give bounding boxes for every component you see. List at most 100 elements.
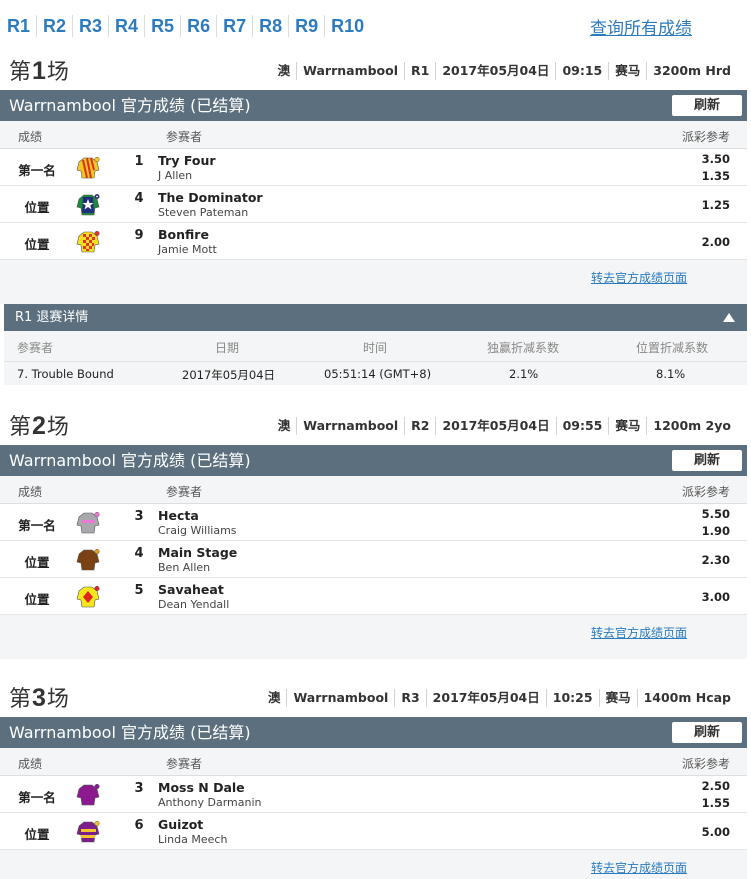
jockey-name: J Allen: [158, 169, 193, 182]
scratched-time: 05:51:14 (GMT+8): [324, 367, 432, 381]
result-place: 位置: [24, 827, 50, 842]
scratchings-header[interactable]: R1 退赛详情: [4, 304, 747, 331]
jockey-silk-icon: [76, 783, 100, 806]
refresh-button[interactable]: 刷新: [672, 95, 742, 116]
results-venue: Warrnambool: [9, 723, 116, 742]
race-venue: Warrnambool: [296, 417, 404, 435]
race-title-prefix: 第: [9, 687, 33, 712]
official-results-link[interactable]: 转去官方成绩页面: [591, 859, 687, 876]
col-result: 成绩: [18, 757, 43, 771]
place-dividend: 5.00: [701, 825, 730, 839]
race-number: R2: [404, 417, 435, 435]
win-dividend: 5.50: [701, 507, 730, 521]
win-deduction: 2.1%: [509, 367, 539, 381]
scratching-row: 7. Trouble Bound 2017年05月04日 05:51:14 (G…: [4, 361, 747, 385]
race-meta: 澳 Warrnambool R3 2017年05月04日 10:25 赛马 14…: [262, 689, 737, 707]
runner-number: 9: [134, 228, 144, 243]
result-place: 位置: [24, 555, 50, 570]
race-title-suffix: 场: [46, 60, 70, 85]
result-row: 第一名 3 Moss N Dale Anthony Darmanin 2.50 …: [0, 776, 747, 813]
race-title-suffix: 场: [46, 415, 70, 440]
scratched-runner: 7. Trouble Bound: [17, 367, 114, 381]
race-tab-r5[interactable]: R5: [145, 15, 182, 37]
horse-name: Moss N Dale: [158, 780, 245, 795]
result-place: 位置: [24, 237, 50, 252]
place-dividend: 2.30: [701, 553, 730, 567]
race-section-3: 第3场 澳 Warrnambool R3 2017年05月04日 10:25 赛…: [0, 681, 751, 879]
place-dividend: 1.55: [701, 796, 730, 810]
race-title-prefix: 第: [9, 415, 33, 440]
horse-name: Hecta: [158, 508, 199, 523]
race-header: 第2场 澳 Warrnambool R2 2017年05月04日 09:55 赛…: [0, 409, 751, 445]
jockey-silk-icon: [76, 511, 100, 534]
horse-name: Guizot: [158, 817, 204, 832]
col-result: 成绩: [18, 485, 43, 499]
race-tab-r1[interactable]: R1: [0, 15, 38, 37]
col-runner: 参赛者: [166, 485, 203, 499]
race-meta: 澳 Warrnambool R2 2017年05月04日 09:55 赛马 12…: [272, 417, 737, 435]
scratchings-title: R1 退赛详情: [15, 310, 89, 325]
col-runner: 参赛者: [166, 130, 203, 144]
result-row: 第一名 1 Try Four J Allen 3.50 1.35: [0, 149, 747, 186]
race-country: 澳: [267, 690, 281, 705]
place-dividend: 1.25: [701, 198, 730, 212]
race-tab-r7[interactable]: R7: [217, 15, 254, 37]
refresh-button[interactable]: 刷新: [672, 450, 742, 471]
place-dividend: 3.00: [701, 590, 730, 604]
jockey-name: Anthony Darmanin: [158, 796, 262, 809]
race-type: 赛马: [608, 62, 646, 80]
race-venue: Warrnambool: [296, 62, 404, 80]
race-title-suffix: 场: [46, 687, 70, 712]
race-title-prefix: 第: [9, 60, 33, 85]
race-venue: Warrnambool: [286, 689, 394, 707]
official-results-link[interactable]: 转去官方成绩页面: [591, 624, 687, 641]
horse-name: The Dominator: [158, 190, 263, 205]
race-type: 赛马: [608, 417, 646, 435]
results-status: 官方成绩 (已结算): [121, 723, 251, 742]
result-place: 位置: [24, 200, 50, 215]
win-dividend: 2.50: [701, 779, 730, 793]
results-venue: Warrnambool: [9, 451, 116, 470]
race-date: 2017年05月04日: [435, 417, 555, 435]
race-tab-r4[interactable]: R4: [109, 15, 146, 37]
refresh-button[interactable]: 刷新: [672, 722, 742, 743]
results-column-header: 成绩 参赛者 派彩参考: [0, 476, 747, 504]
jockey-silk-icon: [76, 193, 100, 216]
result-row: 位置 5 Savaheat Dean Yendall 3.00: [0, 578, 747, 615]
result-place: 第一名: [18, 518, 56, 533]
all-results-link[interactable]: 查询所有成绩: [590, 14, 692, 39]
results-status: 官方成绩 (已结算): [121, 96, 251, 115]
race-tab-r6[interactable]: R6: [181, 15, 218, 37]
official-results-link[interactable]: 转去官方成绩页面: [591, 269, 687, 286]
results-bar: Warrnambool 官方成绩 (已结算) 刷新: [0, 445, 747, 476]
jockey-silk-icon: [76, 548, 100, 571]
result-row: 第一名 3 Hecta Craig Williams 5.50 1.90: [0, 504, 747, 541]
result-place: 位置: [24, 592, 50, 607]
race-tab-r3[interactable]: R3: [73, 15, 110, 37]
race-title-number: 2: [32, 412, 47, 440]
results-column-header: 成绩 参赛者 派彩参考: [0, 121, 747, 149]
race-section-2: 第2场 澳 Warrnambool R2 2017年05月04日 09:55 赛…: [0, 409, 751, 659]
race-country: 澳: [277, 418, 291, 433]
race-tab-r10[interactable]: R10: [325, 15, 370, 37]
jockey-name: Linda Meech: [158, 833, 228, 846]
runner-number: 4: [134, 546, 144, 561]
horse-name: Try Four: [158, 153, 216, 168]
scratchings-column-header: 参赛者 日期 时间 独赢折减系数 位置折减系数: [4, 331, 747, 361]
race-number: R3: [394, 689, 425, 707]
jockey-silk-icon: [76, 156, 100, 179]
race-title: 第3场: [9, 681, 70, 713]
runner-number: 3: [134, 781, 144, 796]
collapse-arrow-icon[interactable]: [723, 313, 735, 322]
race-tab-r8[interactable]: R8: [253, 15, 290, 37]
col-runner: 参赛者: [166, 757, 203, 771]
race-tab-r9[interactable]: R9: [289, 15, 326, 37]
col-scratch-win-deduction: 独赢折减系数: [487, 341, 560, 355]
race-tab-r2[interactable]: R2: [37, 15, 74, 37]
horse-name: Bonfire: [158, 227, 209, 242]
jockey-silk-icon: [76, 230, 100, 253]
results-status: 官方成绩 (已结算): [121, 451, 251, 470]
runner-number: 5: [134, 583, 144, 598]
horse-name: Main Stage: [158, 545, 238, 560]
result-row: 位置 4 Main Stage Ben Allen 2.30: [0, 541, 747, 578]
